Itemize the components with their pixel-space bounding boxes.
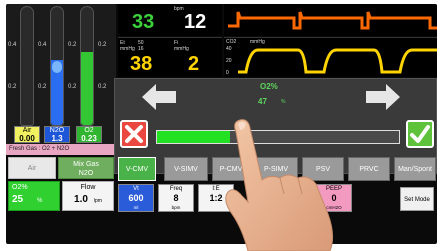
vt-value: 600 [128, 193, 144, 203]
tab-prvc[interactable]: PRVC [348, 157, 390, 181]
tick-label: 0.2 [38, 84, 47, 90]
flow-setting[interactable]: Flow 1.0 lpm [62, 181, 114, 211]
freq-param[interactable]: Freq 8 bpm [158, 184, 194, 212]
co2-scale-mid: 20 [226, 58, 232, 64]
o2-setting-label: O2% [12, 184, 28, 191]
air-label: Air [22, 127, 32, 134]
hand-image [225, 119, 334, 251]
o2-flow-readout: O2 0.23 [76, 126, 102, 143]
o2-value: 0.23 [81, 134, 97, 143]
n2o-value: 1.3 [51, 134, 63, 143]
co2-unit: mmHg [250, 39, 265, 45]
mix-gas-value: N2O [78, 170, 94, 177]
mix-gas-button[interactable]: Mix Gas N2O [58, 157, 114, 179]
flow-value: 1.0 [74, 194, 88, 205]
air-tube [20, 6, 34, 126]
tick-label: 0.4 [38, 42, 47, 48]
air-flow-readout: Air 0.00 [14, 126, 40, 143]
fi-value: 2 [188, 53, 200, 75]
o2-label: O2 [84, 127, 94, 134]
et-unit: mmHg [120, 46, 135, 52]
tick-label: 0.2 [98, 84, 107, 90]
o2-percent-setting[interactable]: O2% 25 % [8, 181, 60, 211]
n2o-label: N2O [49, 127, 65, 134]
air-value: 0.00 [19, 134, 35, 143]
mix-gas-title: Mix Gas [73, 161, 99, 168]
confirm-button[interactable] [406, 120, 434, 148]
co2-label: CO2 [226, 39, 237, 45]
numeric-top-left: 33 [132, 11, 155, 33]
flowmeter-panel: 0.4 0.2 0.4 0.2 0.2 0.2 0.2 0.2 Air 0.00… [6, 4, 116, 144]
close-icon [125, 125, 143, 143]
adjust-param-label: O2% [260, 82, 278, 91]
tick-label: 0.2 [98, 42, 107, 48]
et-sub: 16 [138, 46, 144, 52]
flow-unit: lpm [93, 198, 102, 204]
flow-label: Flow [80, 184, 96, 191]
arrow-left-icon[interactable] [142, 84, 176, 110]
tab-v-simv[interactable]: V-SIMV [164, 157, 208, 181]
rate-numerics: 33 bpm 12 [118, 4, 222, 36]
adjust-param-unit: % [281, 99, 286, 105]
air-button[interactable]: Air [8, 157, 56, 179]
o2-setting-value: 25 [12, 194, 24, 205]
n2o-tube [50, 6, 64, 126]
vt-label: Vt [133, 186, 139, 192]
n2o-flow-readout: N2O 1.3 [44, 126, 70, 143]
tab-v-cmv[interactable]: V-CMV [118, 157, 156, 181]
gas-numerics: Et 50 mmHg 16 Fi mmHg 38 2 [118, 37, 222, 77]
o2-tube [80, 6, 94, 126]
fresh-gas-banner: Fresh Gas : O2 + N2O [6, 144, 116, 155]
arrow-right-icon[interactable] [366, 84, 400, 110]
tick-label: 0.2 [68, 84, 77, 90]
freq-label: Freq [169, 186, 183, 192]
cancel-button[interactable] [120, 120, 148, 148]
numeric-unit: bpm [174, 6, 184, 12]
vt-param[interactable]: Vt 600 ml [118, 184, 154, 212]
adjust-param-value: 47 [258, 97, 267, 106]
co2-waveform: CO2 mmHg 40 20 0 [224, 37, 437, 77]
o2-setting-unit: % [37, 198, 43, 204]
n2o-bobbin [52, 61, 62, 73]
et-value: 38 [130, 53, 153, 75]
tick-label: 0.2 [68, 42, 77, 48]
set-mode-button[interactable]: Set Mode [400, 187, 434, 211]
freq-value: 8 [173, 193, 179, 203]
pressure-waveform [224, 4, 437, 36]
tick-label: 0.4 [8, 42, 17, 48]
fi-unit: mmHg [174, 46, 189, 52]
check-icon [410, 125, 430, 143]
co2-scale-bottom: 0 [226, 70, 229, 76]
co2-scale-top: 40 [226, 46, 232, 52]
vt-unit: ml [133, 205, 139, 210]
freq-unit: bpm [171, 205, 181, 210]
tab-man-spont[interactable]: Man/Spont [394, 157, 436, 181]
pressure-waveform-svg [228, 11, 437, 30]
tick-label: 0.2 [8, 84, 17, 90]
numeric-top-right: 12 [184, 11, 207, 33]
